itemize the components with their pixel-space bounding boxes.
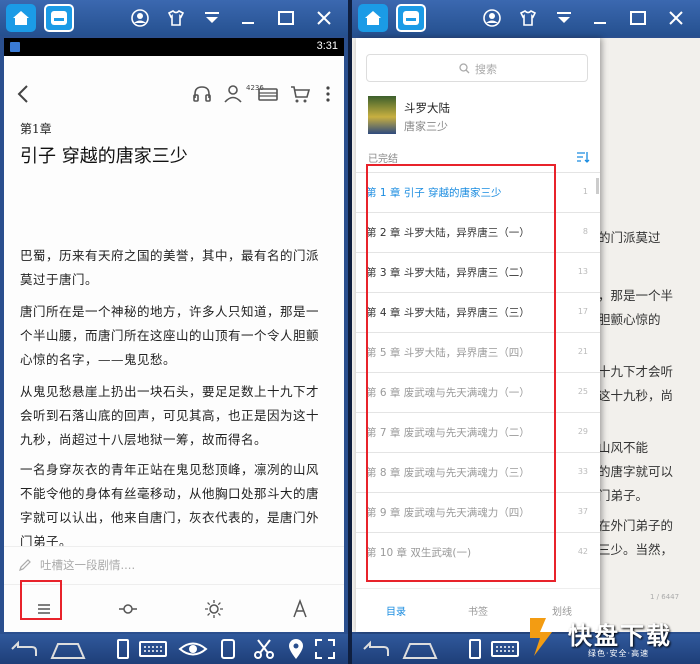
watermark-text: 快盘下载 (568, 622, 672, 650)
close-icon[interactable] (314, 8, 334, 28)
background-text: 门弟子。 (598, 488, 649, 503)
paragraph-2: 唐门所在是一个神秘的地方，许多人只知道，那是一个半山腰，而唐门所在这座山的山顶有… (20, 304, 320, 367)
app-icon (403, 11, 419, 25)
android-back-icon[interactable] (8, 638, 38, 660)
background-text: 胆颤心惊的 (598, 312, 661, 327)
comment-input[interactable]: 吐槽这一段剧情.... (40, 557, 135, 573)
progress-icon[interactable] (116, 597, 140, 621)
font-size-icon[interactable] (288, 597, 312, 621)
page-indicator: 1 / 6447 (650, 593, 680, 601)
shirt-icon[interactable] (166, 8, 186, 28)
phone-rotate-icon[interactable] (468, 638, 482, 660)
minimize-icon[interactable] (590, 8, 610, 28)
chapter-page: 1 (582, 187, 588, 196)
emulator-title-bar (352, 0, 700, 36)
paragraph-1: 巴蜀，历来有天府之国的美誉，其中，最有名的门派莫过于唐门。 (20, 248, 320, 287)
search-placeholder: 搜索 (475, 63, 497, 76)
person-icon[interactable] (222, 82, 246, 106)
background-text: 的唐字就可以 (598, 464, 674, 479)
back-arrow-icon[interactable] (12, 82, 36, 106)
paragraph-3: 从鬼见愁悬崖上扔出一块石头，要足足数上十九下才会听到石落山底的回声，可见其高，也… (20, 384, 320, 447)
account-icon[interactable] (130, 8, 150, 28)
android-home-icon[interactable] (402, 638, 438, 660)
home-tab[interactable] (358, 4, 388, 32)
chapter-page: 42 (577, 547, 588, 556)
reader-screen: 3:31 4236 第1章 引子 穿越的唐家三少 巴蜀，历来有天府之国的美誉，其… (4, 38, 344, 632)
keyboard-icon[interactable] (138, 638, 168, 660)
app-tab[interactable] (396, 4, 426, 32)
background-text: ，那是一个半 (598, 288, 674, 303)
android-back-icon[interactable] (360, 638, 390, 660)
background-text: 在外门弟子的 (598, 518, 674, 533)
location-icon[interactable] (288, 638, 304, 660)
chapter-title: 引子 穿越的唐家三少 (20, 146, 188, 167)
background-text: 山风不能 (598, 440, 649, 455)
cart-icon[interactable] (288, 82, 312, 106)
android-home-icon[interactable] (50, 638, 86, 660)
reader-app-bar: 4236 (4, 82, 344, 110)
account-icon[interactable] (482, 8, 502, 28)
chapter-list-highlight-box (366, 164, 556, 582)
watermark-tagline: 绿色·安全·高速 (588, 649, 650, 658)
brightness-icon[interactable] (202, 597, 226, 621)
app-icon (51, 11, 67, 25)
screen-icon[interactable] (220, 638, 236, 660)
shirt-icon[interactable] (518, 8, 538, 28)
scissors-icon[interactable] (252, 638, 276, 660)
background-text: 这十九秒，尚 (598, 388, 674, 403)
comment-bar[interactable]: 吐槽这一段剧情.... (4, 546, 344, 582)
book-author: 唐家三少 (404, 120, 448, 133)
search-input[interactable]: 搜索 (366, 54, 588, 82)
headphones-icon[interactable] (190, 82, 214, 106)
emulator-title-bar (0, 0, 348, 36)
chapter-page: 8 (582, 227, 588, 236)
book-title: 斗罗大陆 (404, 101, 450, 115)
minimize-icon[interactable] (238, 8, 258, 28)
maximize-icon[interactable] (276, 8, 296, 28)
more-vert-icon[interactable] (316, 82, 340, 106)
keyboard-icon[interactable] (490, 638, 520, 660)
phone-rotate-icon[interactable] (116, 638, 130, 660)
notification-icon (10, 42, 20, 52)
background-text: 三少。当然， (598, 542, 674, 557)
app-tab[interactable] (44, 4, 74, 32)
chapter-page: 25 (577, 387, 588, 396)
list-scrollbar[interactable] (596, 178, 599, 194)
maximize-icon[interactable] (628, 8, 648, 28)
search-icon (459, 63, 470, 74)
left-emulator-window: 3:31 4236 第1章 引子 穿越的唐家三少 巴蜀，历来有天府之国的美誉，其… (0, 0, 348, 664)
home-tab[interactable] (6, 4, 36, 32)
eye-icon[interactable] (178, 638, 208, 660)
ticket-icon[interactable] (256, 82, 280, 106)
paragraph-4: 一名身穿灰衣的青年正站在鬼见愁顶峰，凛冽的山风不能令他的身体有丝毫移动，从他胸口… (20, 462, 320, 549)
dropdown-icon[interactable] (202, 8, 222, 28)
watermark: 快盘下载 绿色·安全·高速 (524, 610, 696, 664)
chapter-page: 17 (577, 307, 588, 316)
status-time: 3:31 (316, 40, 338, 52)
pencil-icon (19, 559, 31, 571)
chapter-page: 33 (577, 467, 588, 476)
emulator-bottom-bar (0, 634, 348, 664)
house-icon (365, 11, 381, 25)
background-text: 的门派莫过 (598, 230, 661, 245)
book-status: 已完结 (368, 154, 398, 165)
background-text: 十九下才会听 (598, 364, 674, 379)
watermark-logo-icon (530, 618, 552, 656)
android-status-bar: 3:31 (4, 38, 344, 56)
chapter-number: 第1章 (20, 122, 52, 136)
close-icon[interactable] (666, 8, 686, 28)
tab-toc[interactable]: 目录 (386, 603, 406, 618)
house-icon (13, 11, 29, 25)
fullscreen-icon[interactable] (314, 638, 336, 660)
sort-icon[interactable] (576, 148, 590, 163)
chapter-page: 21 (577, 347, 588, 356)
chapter-page: 29 (577, 427, 588, 436)
chapter-page: 37 (577, 507, 588, 516)
right-emulator-window: 的门派莫过 ，那是一个半 胆颤心惊的 十九下才会听 这十九秒，尚 山风不能 的唐… (352, 0, 700, 664)
tab-bookmarks[interactable]: 书签 (468, 603, 488, 618)
menu-highlight-box (20, 580, 62, 620)
book-cover[interactable] (368, 96, 396, 134)
chapter-page: 13 (577, 267, 588, 276)
dropdown-icon[interactable] (554, 8, 574, 28)
